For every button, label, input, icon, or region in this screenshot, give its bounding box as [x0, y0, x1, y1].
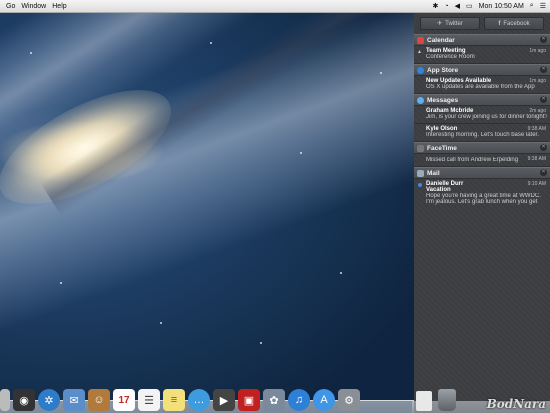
safari-icon[interactable]: ✲ — [38, 389, 60, 411]
close-icon[interactable]: × — [540, 66, 547, 73]
star — [260, 342, 262, 344]
watermark-logo: BodNara — [487, 397, 546, 411]
section-title: App Store — [427, 66, 459, 74]
reminders-icon[interactable]: ☰ — [138, 389, 160, 411]
facebook-button[interactable]: f Facebook — [484, 17, 544, 30]
facebook-label: Facebook — [503, 20, 530, 27]
star — [160, 322, 162, 324]
photo-booth-icon[interactable]: ▣ — [238, 389, 260, 411]
notification-body: Interesting morning. Let's touch base la… — [426, 132, 539, 138]
calendar-dock-icon[interactable]: 17 — [113, 389, 135, 411]
close-icon[interactable]: × — [540, 169, 547, 176]
dock-icons: ◉ ✲ ✉ ☺ 17 ☰ ≡ … ▶ ▣ ✿ ♫ A ⚙ — [0, 389, 360, 411]
twitter-icon: ✈ — [437, 21, 443, 27]
notification-time: 2m ago — [529, 108, 546, 114]
contacts-icon[interactable]: ☺ — [88, 389, 110, 411]
notification-item[interactable]: Graham Mcbride 2m ago Jim, is your crew … — [414, 106, 550, 124]
section-app-store[interactable]: App Store × — [414, 64, 550, 76]
calendar-day: 17 — [118, 394, 130, 406]
twitter-label: Twitter — [445, 20, 463, 27]
notification-item[interactable]: ▲ Team Meeting 1m ago Conference Room — [414, 46, 550, 64]
share-buttons: ✈ Twitter f Facebook — [414, 12, 550, 34]
app-store-dock-icon[interactable]: A — [313, 389, 335, 411]
notification-time: 1m ago — [529, 48, 546, 54]
calendar-icon — [417, 36, 424, 44]
notification-body: Jim, is your crew joining us for dinner … — [426, 114, 547, 120]
notification-time: 9:38 AM — [527, 126, 546, 132]
star — [210, 42, 212, 44]
star — [300, 152, 302, 154]
section-title: Calendar — [427, 36, 455, 44]
facebook-icon: f — [498, 20, 501, 27]
menu-extras: ✱ ◔ ◀ ▭ Mon 10:50 AM ⌕ ☰ — [433, 0, 546, 12]
notification-center-icon[interactable]: ☰ — [540, 2, 546, 10]
section-mail[interactable]: Mail × — [414, 167, 550, 179]
menu-bar: Go Window Help ✱ ◔ ◀ ▭ Mon 10:50 AM ⌕ ☰ — [0, 0, 550, 13]
trash-icon[interactable] — [438, 389, 456, 411]
facetime-dock-icon[interactable]: ▶ — [213, 389, 235, 411]
system-preferences-icon[interactable]: ⚙ — [338, 389, 360, 411]
notification-item[interactable]: Danielle Durr 9:10 AM Vacation Hope you'… — [414, 179, 550, 208]
star — [30, 52, 32, 54]
app-store-icon — [417, 66, 424, 74]
mail-stamp-icon[interactable]: ✉ — [63, 389, 85, 411]
star — [340, 272, 342, 274]
alert-triangle-icon: ▲ — [417, 49, 422, 55]
desktop-wallpaper — [0, 12, 414, 413]
notification-time: 1m ago — [529, 78, 546, 84]
notification-body: OS X updates are available from the App — [426, 84, 535, 90]
itunes-icon[interactable]: ♫ — [288, 389, 310, 411]
section-title: Messages — [427, 96, 459, 104]
star — [60, 282, 62, 284]
section-title: Mail — [427, 169, 440, 177]
volume-icon[interactable]: ◀ — [455, 2, 460, 10]
section-calendar[interactable]: Calendar × — [414, 34, 550, 46]
close-icon[interactable]: × — [540, 144, 547, 151]
watermark-text: BodNara — [486, 397, 546, 411]
documents-stack-icon[interactable] — [416, 391, 432, 411]
battery-icon[interactable]: ▭ — [466, 2, 473, 10]
notification-item[interactable]: 9:38 AM Missed call from Andrew Erpeldin… — [414, 154, 550, 167]
iphoto-icon[interactable]: ✿ — [263, 389, 285, 411]
notification-body-line2: I'm jealous. Let's grab lunch when you g… — [426, 199, 538, 205]
section-messages[interactable]: Messages × — [414, 94, 550, 106]
wifi-icon[interactable]: ◔ — [444, 3, 448, 10]
notification-time: 9:38 AM — [527, 156, 546, 162]
messages-icon — [417, 96, 424, 104]
menu-go[interactable]: Go — [6, 3, 15, 10]
close-icon[interactable]: × — [540, 36, 547, 43]
notification-body: Conference Room — [426, 54, 475, 60]
twitter-button[interactable]: ✈ Twitter — [420, 17, 480, 30]
dashboard-icon[interactable]: ◉ — [13, 389, 35, 411]
dock: ◉ ✲ ✉ ☺ 17 ☰ ≡ … ▶ ▣ ✿ ♫ A ⚙ — [0, 381, 415, 413]
notification-item[interactable]: Kyle Olson 9:38 AM Interesting morning. … — [414, 124, 550, 142]
section-facetime[interactable]: FaceTime × — [414, 142, 550, 154]
notification-time: 9:10 AM — [527, 181, 546, 187]
menu-window[interactable]: Window — [21, 3, 46, 10]
unread-dot-icon — [418, 183, 422, 187]
bluetooth-icon[interactable]: ✱ — [433, 2, 439, 10]
dock-right-section: BodNara — [412, 381, 550, 413]
messages-dock-icon[interactable]: … — [188, 389, 210, 411]
spotlight-icon[interactable]: ⌕ — [530, 2, 534, 10]
notification-center: ✈ Twitter f Facebook Calendar × ▲ Team M… — [414, 12, 550, 413]
finder-icon[interactable] — [0, 389, 10, 411]
star — [380, 72, 382, 74]
facetime-icon — [417, 144, 424, 152]
notification-item[interactable]: New Updates Available 1m ago OS X update… — [414, 76, 550, 94]
clock[interactable]: Mon 10:50 AM — [479, 3, 524, 10]
close-icon[interactable]: × — [540, 96, 547, 103]
notes-icon[interactable]: ≡ — [163, 389, 185, 411]
mail-icon — [417, 169, 424, 177]
menu-help[interactable]: Help — [52, 3, 66, 10]
section-title: FaceTime — [427, 144, 457, 152]
